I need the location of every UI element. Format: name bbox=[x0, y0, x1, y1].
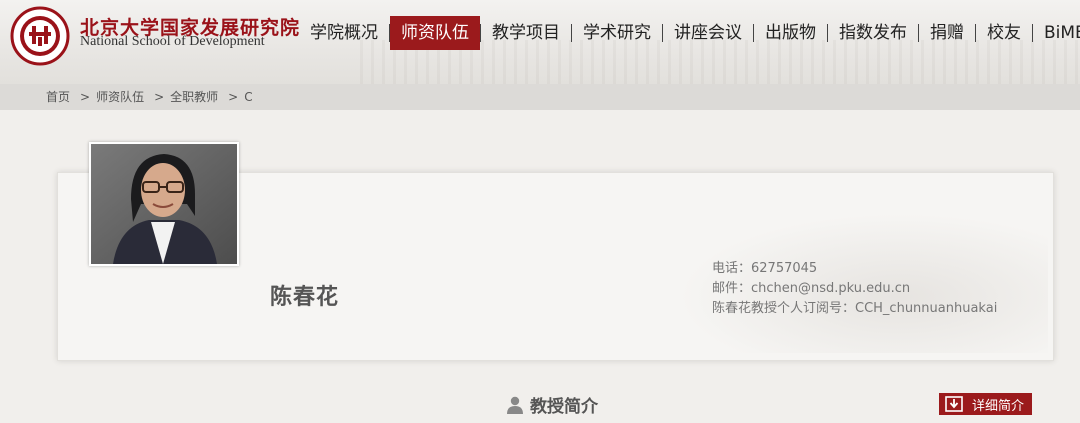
subscription-text: 陈春花教授个人订阅号：CCH_chunnuanhuakai bbox=[712, 301, 998, 316]
nav-item-publications[interactable]: 出版物 bbox=[754, 16, 827, 50]
section-title: 教授简介 bbox=[530, 397, 598, 417]
breadcrumb-separator: > bbox=[154, 90, 165, 104]
peking-university-logo[interactable] bbox=[10, 6, 70, 66]
nav-item-donation[interactable]: 捐赠 bbox=[919, 16, 975, 50]
breadcrumb-current[interactable]: C bbox=[244, 84, 252, 110]
detail-profile-button[interactable]: 详细简介 bbox=[939, 393, 1033, 415]
nav-item-research[interactable]: 学术研究 bbox=[572, 16, 662, 50]
nav-item-faculty[interactable]: 师资队伍 bbox=[390, 16, 480, 50]
detail-button-label: 详细简介 bbox=[972, 398, 1025, 414]
contact-info: 电话：62757045 邮件：chchen@nsd.pku.edu.cn 陈春花… bbox=[712, 259, 997, 319]
portrait-image bbox=[91, 144, 237, 264]
breadcrumb-bar: 首页 > 师资队伍 > 全职教师 > C bbox=[0, 84, 1080, 110]
breadcrumb-fulltime[interactable]: 全职教师 bbox=[170, 84, 218, 110]
nav-item-indices[interactable]: 指数发布 bbox=[828, 16, 918, 50]
nav-item-programs[interactable]: 教学项目 bbox=[481, 16, 571, 50]
school-name-en[interactable]: National School of Development bbox=[80, 34, 265, 50]
nav-item-alumni[interactable]: 校友 bbox=[976, 16, 1032, 50]
site-header: 北京大学国家发展研究院 National School of Developme… bbox=[0, 0, 1080, 84]
profile-photo bbox=[89, 142, 239, 266]
section-header: 教授简介 bbox=[507, 392, 598, 417]
breadcrumb-home[interactable]: 首页 bbox=[46, 84, 70, 110]
nav-item-lectures[interactable]: 讲座会议 bbox=[663, 16, 753, 50]
breadcrumb-separator: > bbox=[228, 90, 239, 104]
breadcrumb: 首页 > 师资队伍 > 全职教师 > C bbox=[46, 84, 253, 110]
email-text[interactable]: 邮件：chchen@nsd.pku.edu.cn bbox=[712, 279, 997, 299]
faculty-name: 陈春花 bbox=[270, 285, 340, 310]
download-icon bbox=[945, 396, 963, 412]
breadcrumb-faculty[interactable]: 师资队伍 bbox=[96, 84, 144, 110]
nav-item-about[interactable]: 学院概况 bbox=[299, 16, 389, 50]
breadcrumb-separator: > bbox=[80, 90, 91, 104]
phone-text: 电话：62757045 bbox=[712, 261, 818, 276]
nav-item-bimba[interactable]: BiMBA bbox=[1033, 16, 1080, 50]
main-nav: 学院概况 师资队伍 教学项目 学术研究 讲座会议 出版物 指数发布 捐赠 校友 … bbox=[299, 16, 1080, 50]
user-icon bbox=[507, 396, 523, 414]
